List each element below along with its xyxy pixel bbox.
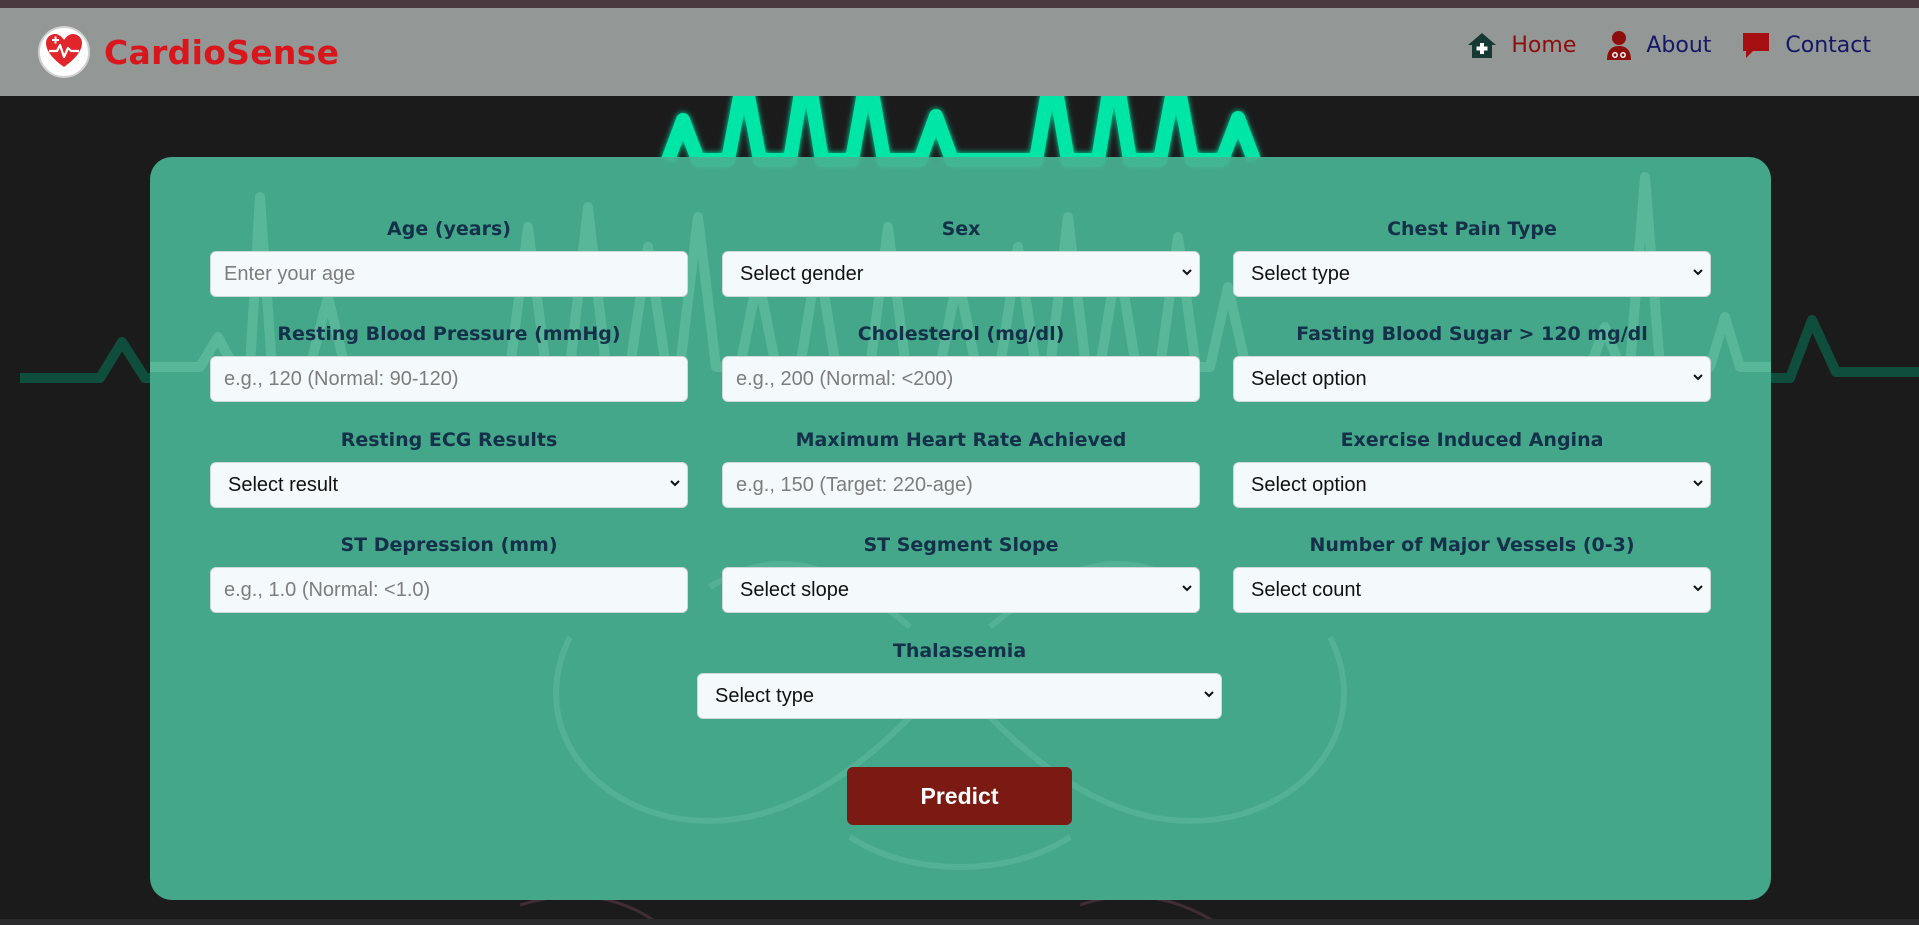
heart-pulse-icon (38, 26, 90, 78)
brand[interactable]: CardioSense (38, 26, 339, 78)
exercise-angina-select[interactable]: Select option (1233, 462, 1711, 508)
resting-bp-input[interactable] (210, 356, 688, 402)
thalassemia-label: Thalassemia (892, 640, 1027, 662)
st-slope-select[interactable]: Select slope (722, 567, 1200, 613)
fasting-bs-select[interactable]: Select option (1233, 356, 1711, 402)
resting-bp-field: Resting Blood Pressure (mmHg) (210, 321, 688, 402)
sex-select-value: Select gender (722, 251, 1200, 297)
doctor-icon (1607, 31, 1632, 60)
nav-about-link[interactable]: About (1606, 30, 1711, 60)
resting-ecg-select[interactable]: Select result (210, 462, 688, 508)
fasting-bs-field: Fasting Blood Sugar > 120 mg/dl Select o… (1233, 321, 1711, 402)
nav-home-link[interactable]: Home (1467, 31, 1576, 59)
age-field: Age (years) (210, 216, 688, 297)
chevron-down-icon (1693, 374, 1703, 381)
resting-ecg-label: Resting ECG Results (340, 429, 558, 451)
age-input[interactable] (210, 251, 688, 297)
major-vessels-label: Number of Major Vessels (0-3) (1309, 534, 1635, 556)
exercise-angina-label: Exercise Induced Angina (1340, 429, 1604, 451)
brand-name: CardioSense (104, 32, 340, 72)
sex-select[interactable]: Select gender (722, 251, 1200, 297)
chevron-down-icon (1204, 691, 1214, 698)
st-slope-field: ST Segment Slope Select slope (722, 532, 1200, 613)
chest-pain-field: Chest Pain Type Select type (1233, 216, 1711, 297)
cholesterol-label: Cholesterol (mg/dl) (857, 323, 1065, 345)
resting-ecg-field: Resting ECG Results Select result (210, 427, 688, 508)
st-slope-select-value: Select slope (722, 567, 1200, 613)
st-depression-label: ST Depression (mm) (340, 534, 558, 556)
bottom-border (0, 919, 1919, 925)
major-vessels-select[interactable]: Select count (1233, 567, 1711, 613)
chevron-down-icon (1693, 480, 1703, 487)
max-hr-input[interactable] (722, 462, 1200, 508)
sex-label: Sex (941, 218, 981, 240)
max-hr-label: Maximum Heart Rate Achieved (795, 429, 1127, 451)
st-depression-field: ST Depression (mm) (210, 532, 688, 613)
chest-pain-label: Chest Pain Type (1387, 218, 1557, 240)
thalassemia-select-value: Select type (697, 673, 1222, 719)
chevron-down-icon (1182, 269, 1192, 276)
navbar: CardioSense Home About Contact (0, 8, 1919, 96)
home-icon (1468, 33, 1497, 58)
cholesterol-field: Cholesterol (mg/dl) (722, 321, 1200, 402)
fasting-bs-select-value: Select option (1233, 356, 1711, 402)
max-hr-field: Maximum Heart Rate Achieved (722, 427, 1200, 508)
chat-icon (1743, 33, 1770, 58)
major-vessels-select-value: Select count (1233, 567, 1711, 613)
exercise-angina-select-value: Select option (1233, 462, 1711, 508)
chevron-down-icon (1182, 585, 1192, 592)
nav-home-label: Home (1511, 32, 1577, 58)
main-nav: Home About Contact (1437, 30, 1871, 60)
fasting-bs-label: Fasting Blood Sugar > 120 mg/dl (1296, 323, 1648, 345)
cholesterol-input[interactable] (722, 356, 1200, 402)
nav-contact-link[interactable]: Contact (1741, 31, 1871, 59)
chevron-down-icon (1693, 585, 1703, 592)
nav-about-label: About (1646, 32, 1712, 58)
chest-pain-select[interactable]: Select type (1233, 251, 1711, 297)
prediction-form-card: Age (years) Sex Select gender Chest Pain… (150, 157, 1771, 900)
thalassemia-select[interactable]: Select type (697, 673, 1222, 719)
chevron-down-icon (1693, 269, 1703, 276)
resting-bp-label: Resting Blood Pressure (mmHg) (277, 323, 621, 345)
chevron-down-icon (670, 480, 680, 487)
exercise-angina-field: Exercise Induced Angina Select option (1233, 427, 1711, 508)
st-slope-label: ST Segment Slope (863, 534, 1059, 556)
st-depression-input[interactable] (210, 567, 688, 613)
major-vessels-field: Number of Major Vessels (0-3) Select cou… (1233, 532, 1711, 613)
thalassemia-field: Thalassemia Select type (697, 638, 1222, 719)
resting-ecg-select-value: Select result (210, 462, 688, 508)
sex-field: Sex Select gender (722, 216, 1200, 297)
predict-button[interactable]: Predict (847, 767, 1072, 825)
chest-pain-select-value: Select type (1233, 251, 1711, 297)
nav-contact-label: Contact (1785, 32, 1871, 58)
age-label: Age (years) (387, 218, 511, 240)
